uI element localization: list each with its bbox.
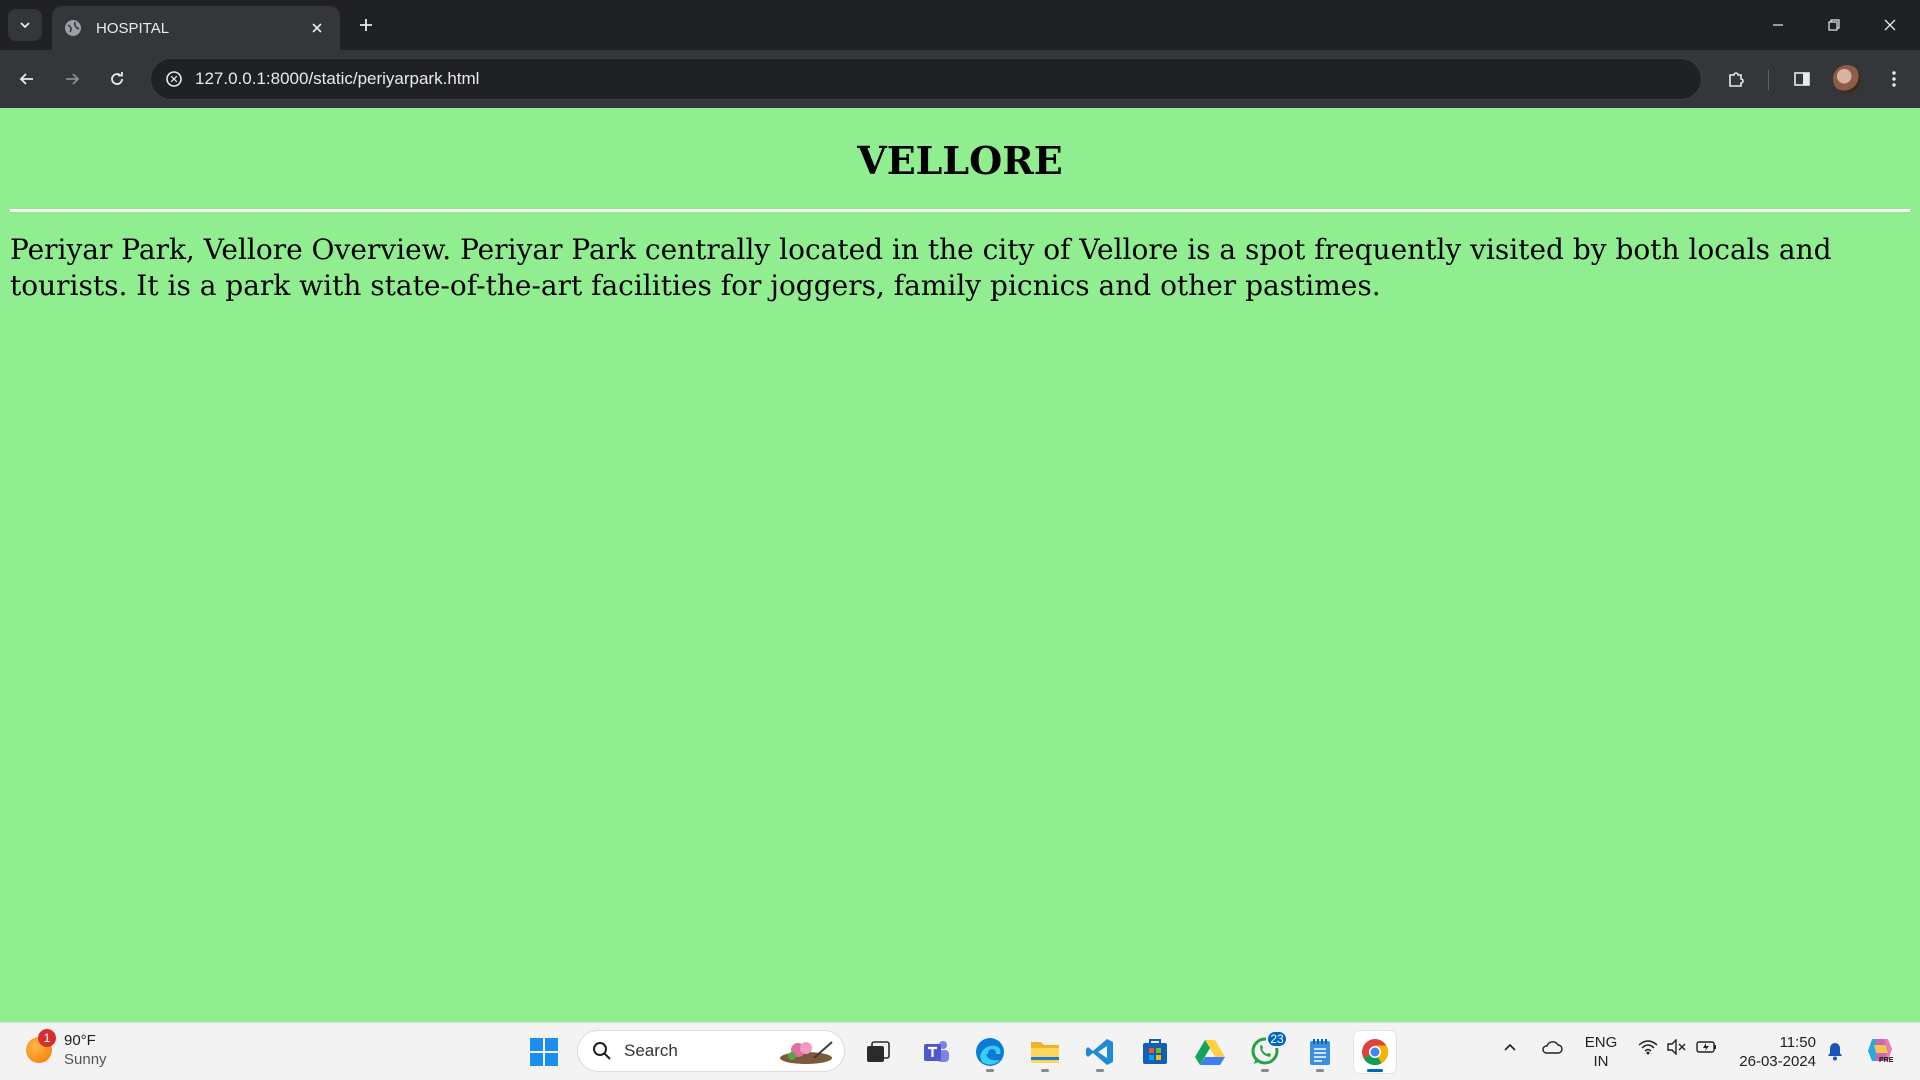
chrome-app[interactable]	[1354, 1031, 1396, 1073]
new-tab-button[interactable]	[352, 11, 380, 39]
notifications-button[interactable]	[1826, 1041, 1844, 1061]
cloud-icon	[1542, 1041, 1563, 1054]
restore-button[interactable]	[1806, 0, 1862, 50]
running-indicator	[1096, 1069, 1104, 1072]
show-hidden-icons-button[interactable]	[1502, 1039, 1518, 1055]
running-indicator	[1041, 1069, 1049, 1072]
close-icon	[1884, 19, 1896, 31]
url-text: 127.0.0.1:8000/static/periyarpark.html	[195, 69, 480, 88]
region-code: IN	[1593, 1053, 1609, 1070]
notification-badge: 23	[1266, 1030, 1288, 1048]
menu-button[interactable]	[1878, 63, 1910, 95]
vscode-app[interactable]	[1079, 1031, 1121, 1073]
taskbar-search[interactable]: Search	[577, 1030, 845, 1072]
store-icon	[1143, 1039, 1167, 1064]
running-indicator	[986, 1069, 994, 1072]
onedrive-tray[interactable]	[1541, 1039, 1563, 1055]
notepad-icon	[1310, 1039, 1330, 1065]
profile-avatar[interactable]	[1833, 65, 1861, 93]
weather-badge: 1	[38, 1029, 56, 1047]
tab-title: HOSPITAL	[96, 19, 170, 37]
arrow-left-icon	[19, 73, 33, 85]
language-indicator[interactable]: ENG IN	[1584, 1033, 1618, 1071]
system-clock[interactable]: 11:50 26-03-2024	[1736, 1033, 1816, 1071]
folder-icon	[1031, 1042, 1059, 1063]
svg-text:PRE: PRE	[1879, 1057, 1894, 1064]
chrome-icon	[1362, 1039, 1389, 1066]
side-panel-button[interactable]	[1786, 63, 1818, 95]
minimize-button[interactable]	[1750, 0, 1806, 50]
clock-date: 26-03-2024	[1739, 1053, 1816, 1070]
start-button[interactable]	[523, 1031, 565, 1073]
teams-icon	[924, 1041, 949, 1062]
tab-hospital[interactable]: HOSPITAL	[52, 6, 340, 50]
weather-temp: 90°F	[64, 1032, 96, 1049]
battery-tray[interactable]	[1696, 1039, 1718, 1055]
store-app[interactable]	[1134, 1031, 1176, 1073]
page-viewport: VELLORE Periyar Park, Vellore Overview. …	[0, 108, 1920, 1022]
reload-icon	[111, 72, 123, 85]
side-panel-icon	[1794, 72, 1810, 86]
task-view-icon	[867, 1041, 890, 1062]
reload-button[interactable]	[101, 63, 133, 95]
teams-app[interactable]	[915, 1031, 957, 1073]
wifi-icon	[1638, 1040, 1658, 1055]
toolbar-divider	[1768, 70, 1769, 90]
tab-strip: HOSPITAL	[0, 0, 1920, 50]
arrow-right-icon	[66, 73, 80, 85]
google-drive-app[interactable]	[1189, 1031, 1231, 1073]
chevron-up-icon	[1504, 1043, 1516, 1051]
address-bar[interactable]: 127.0.0.1:8000/static/periyarpark.html	[150, 58, 1702, 100]
bell-icon	[1828, 1043, 1842, 1061]
more-vert-icon	[1892, 71, 1896, 87]
taskbar-search-label: Search	[624, 1041, 678, 1060]
tab-search-button[interactable]	[8, 9, 42, 41]
running-indicator	[1261, 1069, 1269, 1072]
weather-condition: Sunny	[64, 1051, 107, 1068]
notepad-app[interactable]	[1299, 1031, 1341, 1073]
close-window-button[interactable]	[1862, 0, 1918, 50]
page-paragraph: Periyar Park, Vellore Overview. Periyar …	[10, 233, 1832, 302]
clock-time: 11:50	[1779, 1034, 1816, 1051]
back-button[interactable]	[11, 63, 43, 95]
battery-charging-icon	[1696, 1041, 1716, 1053]
search-icon	[593, 1042, 611, 1060]
plus-icon	[360, 19, 372, 31]
running-indicator	[1316, 1069, 1324, 1072]
file-explorer-app[interactable]	[1024, 1031, 1066, 1073]
wifi-tray[interactable]	[1638, 1039, 1658, 1055]
extensions-button[interactable]	[1720, 63, 1752, 95]
globe-icon	[65, 20, 81, 36]
whatsapp-app[interactable]: 23	[1244, 1030, 1288, 1073]
sun-icon: 1	[26, 1029, 56, 1063]
language-code: ENG	[1584, 1034, 1618, 1051]
task-view-button[interactable]	[857, 1031, 899, 1073]
weather-widget[interactable]: 1 90°F Sunny	[26, 1029, 107, 1069]
restore-icon	[1828, 19, 1840, 31]
site-info-icon[interactable]	[165, 70, 183, 88]
browser-toolbar: 127.0.0.1:8000/static/periyarpark.html	[0, 50, 1920, 108]
copilot-button[interactable]: PRE	[1864, 1035, 1896, 1065]
chevron-down-icon	[20, 22, 30, 29]
copilot-icon: PRE	[1868, 1039, 1894, 1064]
minimize-icon	[1773, 24, 1783, 26]
forward-button[interactable]	[56, 63, 88, 95]
tab-close-icon[interactable]	[306, 17, 328, 39]
windows-taskbar: 1 90°F Sunny Search 23 ENG IN 11:50 26-0…	[0, 1022, 1920, 1080]
page-title: VELLORE	[857, 138, 1063, 183]
edge-icon	[976, 1038, 1004, 1066]
volume-tray[interactable]	[1666, 1039, 1686, 1055]
search-highlight-icon	[780, 1041, 833, 1064]
edge-app[interactable]	[969, 1031, 1011, 1073]
windows-start-icon	[530, 1038, 558, 1066]
volume-muted-icon	[1667, 1039, 1686, 1055]
drive-icon	[1195, 1040, 1225, 1065]
vscode-icon	[1086, 1039, 1113, 1065]
active-indicator	[1367, 1069, 1383, 1072]
puzzle-icon	[1729, 72, 1744, 87]
